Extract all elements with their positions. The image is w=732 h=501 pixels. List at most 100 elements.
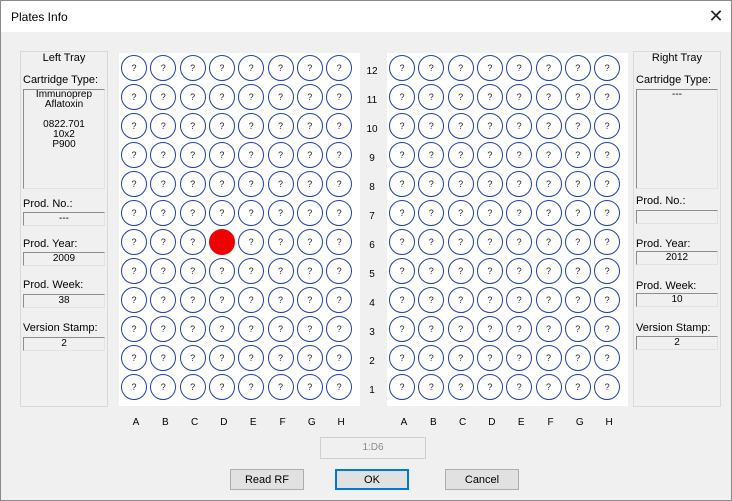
- right-well-C5[interactable]: ?: [447, 258, 474, 284]
- right-well-H5[interactable]: ?: [594, 258, 621, 284]
- left-well-C2[interactable]: ?: [179, 345, 206, 371]
- right-well-B1[interactable]: ?: [418, 374, 445, 400]
- right-well-G4[interactable]: ?: [564, 287, 591, 313]
- left-well-C4[interactable]: ?: [179, 287, 206, 313]
- left-well-A1[interactable]: ?: [121, 374, 147, 400]
- left-well-G7[interactable]: ?: [296, 200, 323, 226]
- left-well-A5[interactable]: ?: [121, 258, 147, 284]
- right-well-C8[interactable]: ?: [447, 171, 474, 197]
- right-well-D7[interactable]: ?: [476, 200, 503, 226]
- left-well-G12[interactable]: ?: [296, 55, 323, 81]
- left-well-B7[interactable]: ?: [150, 200, 177, 226]
- left-well-F3[interactable]: ?: [267, 316, 294, 342]
- right-well-C7[interactable]: ?: [447, 200, 474, 226]
- right-well-H11[interactable]: ?: [594, 84, 621, 110]
- right-well-F6[interactable]: ?: [535, 229, 562, 255]
- left-well-G4[interactable]: ?: [296, 287, 323, 313]
- left-well-A4[interactable]: ?: [121, 287, 147, 313]
- left-well-E3[interactable]: ?: [238, 316, 265, 342]
- right-well-C10[interactable]: ?: [447, 113, 474, 139]
- left-well-B2[interactable]: ?: [150, 345, 177, 371]
- left-well-A10[interactable]: ?: [121, 113, 147, 139]
- right-well-C6[interactable]: ?: [447, 229, 474, 255]
- right-well-H3[interactable]: ?: [594, 316, 621, 342]
- right-well-H8[interactable]: ?: [594, 171, 621, 197]
- left-well-C8[interactable]: ?: [179, 171, 206, 197]
- right-well-G2[interactable]: ?: [564, 345, 591, 371]
- right-well-H9[interactable]: ?: [594, 142, 621, 168]
- right-well-G6[interactable]: ?: [564, 229, 591, 255]
- left-well-B9[interactable]: ?: [150, 142, 177, 168]
- right-well-F1[interactable]: ?: [535, 374, 562, 400]
- right-well-A11[interactable]: ?: [389, 84, 415, 110]
- right-well-D1[interactable]: ?: [476, 374, 503, 400]
- right-well-G7[interactable]: ?: [564, 200, 591, 226]
- left-well-F1[interactable]: ?: [267, 374, 294, 400]
- right-well-A5[interactable]: ?: [389, 258, 415, 284]
- left-well-A11[interactable]: ?: [121, 84, 147, 110]
- left-well-H8[interactable]: ?: [326, 171, 353, 197]
- right-well-H6[interactable]: ?: [594, 229, 621, 255]
- left-well-D9[interactable]: ?: [208, 142, 235, 168]
- left-well-F10[interactable]: ?: [267, 113, 294, 139]
- left-well-C11[interactable]: ?: [179, 84, 206, 110]
- left-well-C3[interactable]: ?: [179, 316, 206, 342]
- right-well-D4[interactable]: ?: [476, 287, 503, 313]
- right-well-C3[interactable]: ?: [447, 316, 474, 342]
- left-well-D3[interactable]: ?: [208, 316, 235, 342]
- right-well-B11[interactable]: ?: [418, 84, 445, 110]
- left-well-E5[interactable]: ?: [238, 258, 265, 284]
- right-well-E11[interactable]: ?: [506, 84, 533, 110]
- right-well-C9[interactable]: ?: [447, 142, 474, 168]
- right-well-A9[interactable]: ?: [389, 142, 415, 168]
- left-well-C7[interactable]: ?: [179, 200, 206, 226]
- left-well-E6[interactable]: ?: [238, 229, 265, 255]
- left-well-C6[interactable]: ?: [179, 229, 206, 255]
- right-well-D3[interactable]: ?: [476, 316, 503, 342]
- left-well-B5[interactable]: ?: [150, 258, 177, 284]
- right-well-E5[interactable]: ?: [506, 258, 533, 284]
- left-well-E8[interactable]: ?: [238, 171, 265, 197]
- ok-button[interactable]: OK: [335, 469, 409, 490]
- right-well-A6[interactable]: ?: [389, 229, 415, 255]
- right-well-E7[interactable]: ?: [506, 200, 533, 226]
- right-well-D2[interactable]: ?: [476, 345, 503, 371]
- right-well-H2[interactable]: ?: [594, 345, 621, 371]
- left-well-E2[interactable]: ?: [238, 345, 265, 371]
- left-well-H4[interactable]: ?: [326, 287, 353, 313]
- left-well-C12[interactable]: ?: [179, 55, 206, 81]
- left-well-H7[interactable]: ?: [326, 200, 353, 226]
- right-well-D11[interactable]: ?: [476, 84, 503, 110]
- right-well-C12[interactable]: ?: [447, 55, 474, 81]
- left-well-F12[interactable]: ?: [267, 55, 294, 81]
- right-well-B7[interactable]: ?: [418, 200, 445, 226]
- right-well-D10[interactable]: ?: [476, 113, 503, 139]
- right-well-E4[interactable]: ?: [506, 287, 533, 313]
- close-icon[interactable]: ✕: [701, 1, 731, 32]
- right-well-D5[interactable]: ?: [476, 258, 503, 284]
- left-well-E9[interactable]: ?: [238, 142, 265, 168]
- right-well-C4[interactable]: ?: [447, 287, 474, 313]
- left-well-G1[interactable]: ?: [296, 374, 323, 400]
- right-well-B9[interactable]: ?: [418, 142, 445, 168]
- left-well-B11[interactable]: ?: [150, 84, 177, 110]
- left-well-E1[interactable]: ?: [238, 374, 265, 400]
- right-well-A10[interactable]: ?: [389, 113, 415, 139]
- left-well-G3[interactable]: ?: [296, 316, 323, 342]
- left-well-B4[interactable]: ?: [150, 287, 177, 313]
- right-well-D12[interactable]: ?: [476, 55, 503, 81]
- left-well-B3[interactable]: ?: [150, 316, 177, 342]
- right-well-A8[interactable]: ?: [389, 171, 415, 197]
- right-well-G8[interactable]: ?: [564, 171, 591, 197]
- right-well-F7[interactable]: ?: [535, 200, 562, 226]
- left-well-A7[interactable]: ?: [121, 200, 147, 226]
- left-well-D7[interactable]: ?: [208, 200, 235, 226]
- right-well-C2[interactable]: ?: [447, 345, 474, 371]
- left-well-A2[interactable]: ?: [121, 345, 147, 371]
- left-well-H10[interactable]: ?: [326, 113, 353, 139]
- right-well-B10[interactable]: ?: [418, 113, 445, 139]
- left-well-G11[interactable]: ?: [296, 84, 323, 110]
- right-well-B8[interactable]: ?: [418, 171, 445, 197]
- right-well-F12[interactable]: ?: [535, 55, 562, 81]
- right-well-G12[interactable]: ?: [564, 55, 591, 81]
